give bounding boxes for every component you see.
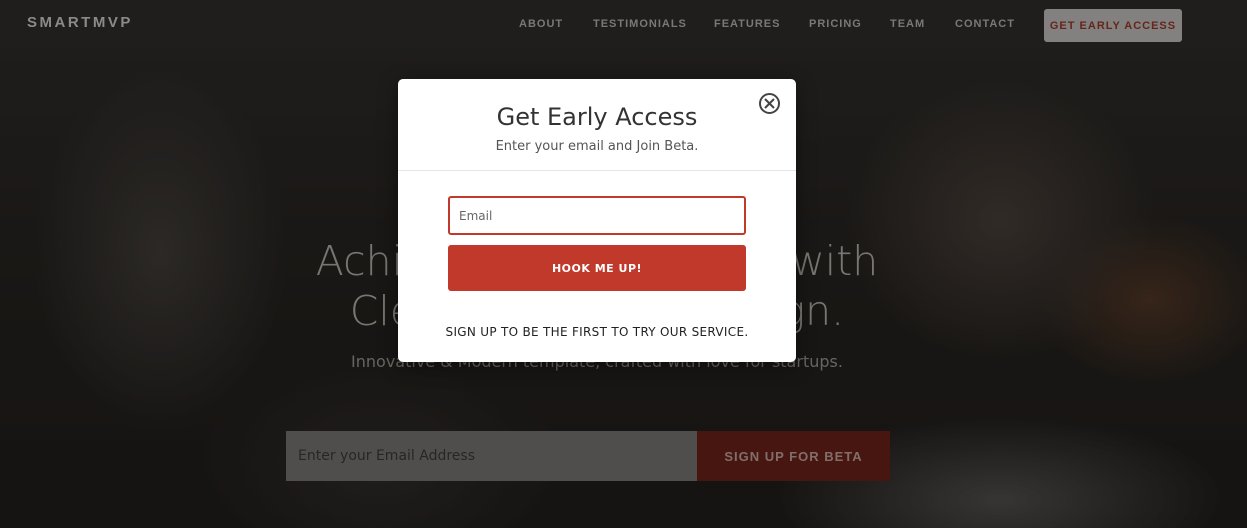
modal-title: Get Early Access xyxy=(496,103,698,131)
modal-subtitle: Enter your email and Join Beta. xyxy=(495,139,699,154)
early-access-modal: Get Early Access Enter your email and Jo… xyxy=(398,79,796,362)
close-x-glyph xyxy=(764,98,775,109)
modal-note: SIGN UP TO BE THE FIRST TO TRY OUR SERVI… xyxy=(445,325,749,339)
modal-header: Get Early Access Enter your email and Jo… xyxy=(398,79,796,171)
modal-email-input[interactable] xyxy=(448,196,746,235)
hook-me-up-button[interactable]: HOOK ME UP! xyxy=(448,245,746,291)
close-icon[interactable] xyxy=(759,93,780,114)
